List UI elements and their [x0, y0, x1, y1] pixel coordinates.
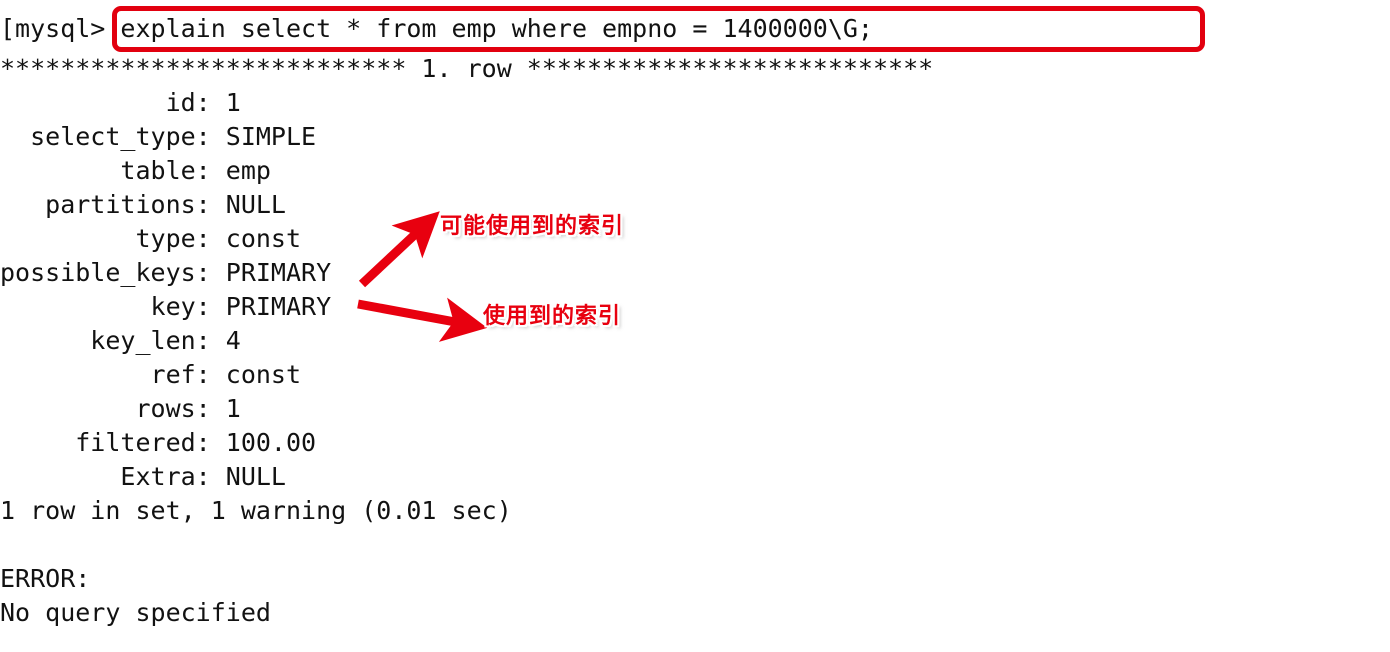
explain-field-id: id: 1 — [0, 88, 241, 117]
annotation-possible-keys: 可能使用到的索引 — [440, 214, 625, 239]
explain-field-extra: Extra: NULL — [0, 462, 286, 491]
explain-field-rows: rows: 1 — [0, 394, 241, 423]
explain-field-select-type: select_type: SIMPLE — [0, 122, 317, 151]
key-arrow-icon — [357, 297, 488, 342]
result-summary-line: 1 row in set, 1 warning (0.01 sec) — [0, 496, 512, 525]
explain-field-ref: ref: const — [0, 360, 302, 389]
terminal-window: [mysql> explain select * from emp where … — [0, 0, 1390, 652]
explain-field-partitions: partitions: NULL — [0, 190, 286, 219]
error-label-line: ERROR: — [0, 564, 91, 593]
explain-field-key-len: key_len: 4 — [0, 326, 241, 355]
explain-field-table: table: emp — [0, 156, 271, 185]
annotation-key: 使用到的索引 — [483, 304, 622, 329]
explain-field-possible-keys: possible_keys: PRIMARY — [0, 258, 332, 287]
explain-field-type: type: const — [0, 224, 302, 253]
possible-keys-arrow-icon — [358, 211, 440, 288]
error-message-line: No query specified — [0, 598, 271, 627]
row-separator-line: *************************** 1. row *****… — [0, 54, 934, 83]
terminal-prompt-line[interactable]: [mysql> explain select * from emp where … — [0, 12, 873, 46]
explain-field-filtered: filtered: 100.00 — [0, 428, 317, 457]
explain-field-key: key: PRIMARY — [0, 292, 332, 321]
